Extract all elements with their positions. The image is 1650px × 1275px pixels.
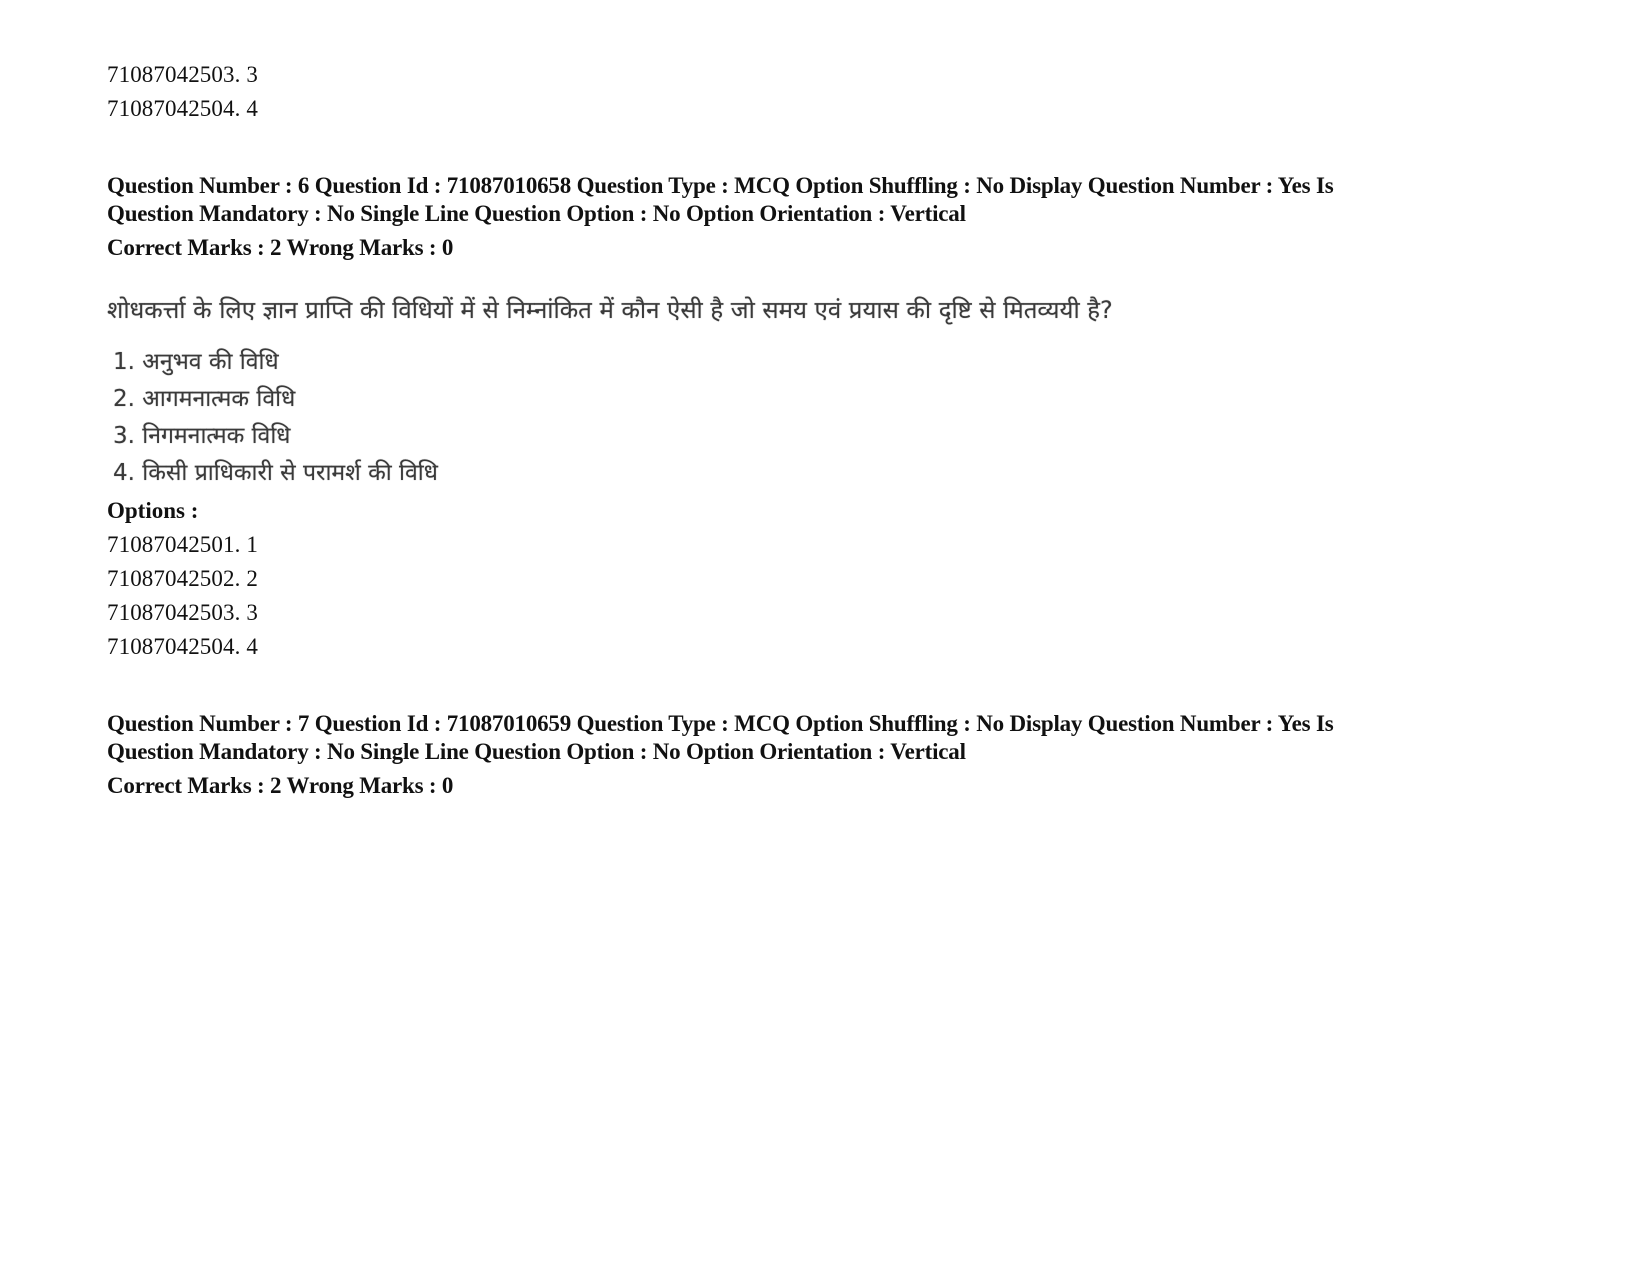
question-meta-line-2: Question Mandatory : No Single Line Ques… [107, 201, 966, 226]
option-line: 71087042503. 3 [107, 62, 258, 87]
question-choices: 1. अनुभव की विधि 2. आगमनात्मक विधि 3. नि… [107, 344, 1557, 492]
option-list: 71087042501. 1 71087042502. 2 7108704250… [107, 528, 1557, 664]
option-id: 71087042503 [107, 600, 235, 625]
option-line: 71087042502. 2 [107, 566, 258, 591]
option-value: 1 [246, 532, 258, 557]
previous-question-options: 71087042503. 3 71087042504. 4 [107, 58, 1557, 126]
option-id: 71087042503 [107, 62, 235, 87]
option-id: 71087042504 [107, 96, 235, 121]
question-meta-line-1: Question Number : 6 Question Id : 710870… [107, 173, 1334, 198]
option-id: 71087042504 [107, 634, 235, 659]
option-value: 2 [246, 566, 258, 591]
option-value: 3 [246, 600, 258, 625]
question-text: शोधकर्त्ता के लिए ज्ञान प्राप्ति की विधि… [107, 296, 1113, 324]
question-marks: Correct Marks : 2 Wrong Marks : 0 [107, 235, 454, 260]
option-value: 4 [246, 634, 258, 659]
option-id: 71087042502 [107, 566, 235, 591]
option-line: 71087042504. 4 [107, 634, 258, 659]
choice-item: 4. किसी प्राधिकारी से परामर्श की विधि [113, 460, 438, 486]
option-line: 71087042504. 4 [107, 96, 258, 121]
choice-item: 1. अनुभव की विधि [113, 349, 279, 375]
choice-item: 2. आगमनात्मक विधि [113, 386, 296, 412]
option-line: 71087042503. 3 [107, 600, 258, 625]
option-id: 71087042501 [107, 532, 235, 557]
choice-item: 3. निगमनात्मक विधि [113, 423, 291, 449]
document-page: 71087042503. 3 71087042504. 4 Question N… [107, 58, 1557, 800]
question-block-7: Question Number : 7 Question Id : 710870… [107, 710, 1557, 800]
question-meta-line-2: Question Mandatory : No Single Line Ques… [107, 739, 966, 764]
question-meta-line-1: Question Number : 7 Question Id : 710870… [107, 711, 1334, 736]
option-line: 71087042501. 1 [107, 532, 258, 557]
options-label: Options : [107, 498, 199, 523]
option-value: 3 [246, 62, 258, 87]
question-marks: Correct Marks : 2 Wrong Marks : 0 [107, 773, 454, 798]
option-value: 4 [246, 96, 258, 121]
question-block-6: Question Number : 6 Question Id : 710870… [107, 172, 1557, 664]
